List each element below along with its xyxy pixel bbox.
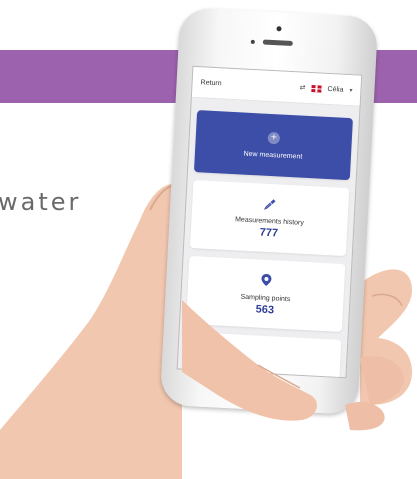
hand-fingers-foreground [0, 300, 404, 479]
